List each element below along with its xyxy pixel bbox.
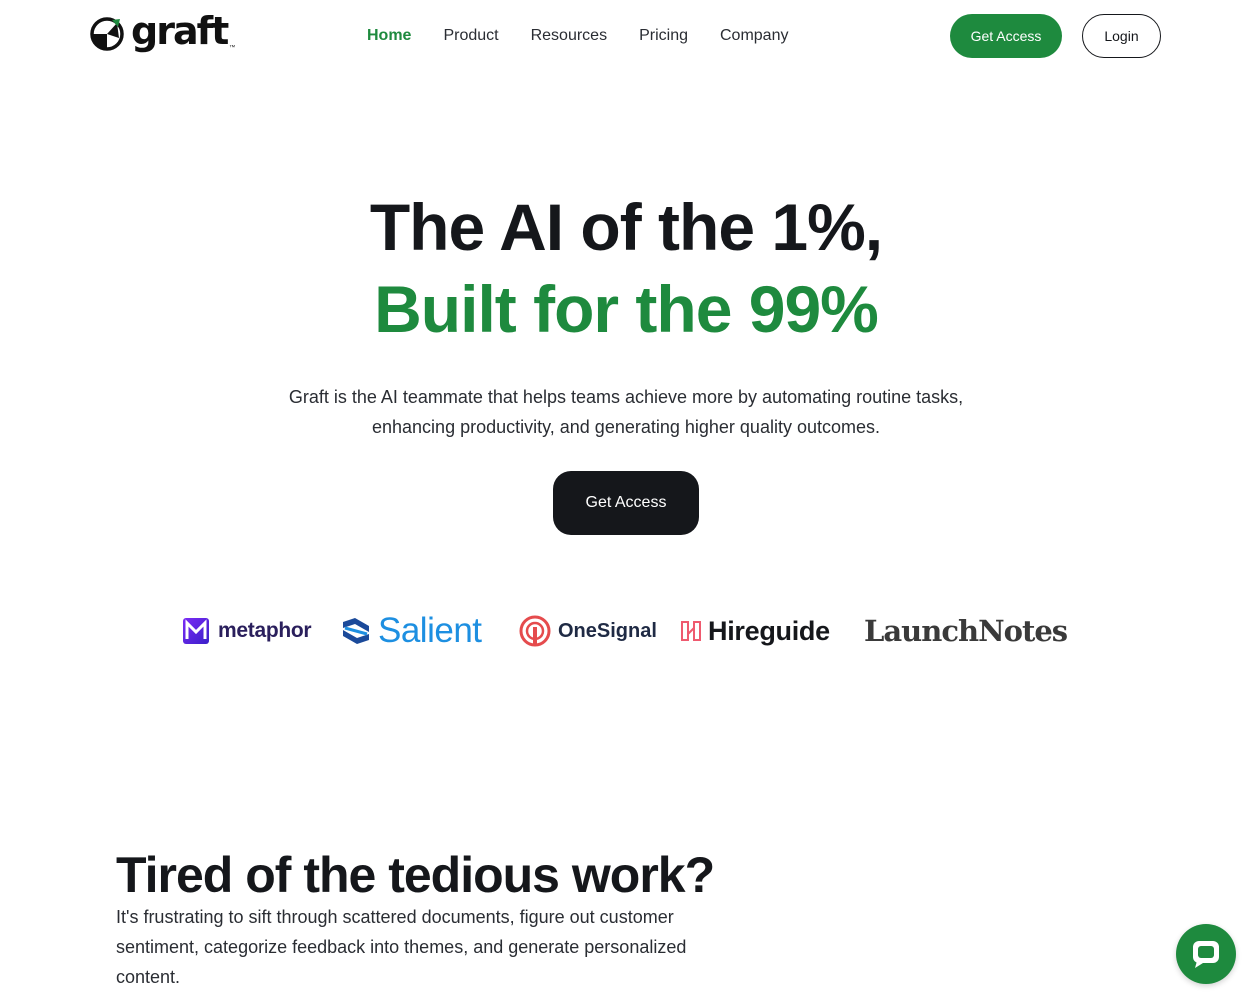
- pain-section-title: Tired of the tedious work?: [116, 847, 715, 903]
- hireguide-wordmark: Hireguide: [708, 615, 830, 646]
- graft-logo[interactable]: graft ™: [89, 9, 236, 54]
- hero-title-line1: The AI of the 1%,: [369, 190, 883, 264]
- onesignal-logo-icon: [519, 615, 551, 647]
- metaphor-wordmark: metaphor: [218, 619, 312, 642]
- site-header: graft ™ Home Product Resources Pricing C…: [0, 0, 1252, 72]
- customer-logos: metaphor Salient OneSignal Hireguide Lau…: [0, 608, 1252, 654]
- hireguide-logo: Hireguide: [680, 608, 830, 654]
- nav-item-pricing[interactable]: Pricing: [639, 24, 688, 48]
- onesignal-wordmark: OneSignal: [558, 619, 657, 642]
- launchnotes-wordmark: LaunchNotes: [864, 614, 1068, 648]
- hero-title: The AI of the 1%, Built for the 99%: [0, 186, 1252, 350]
- hireguide-logo-icon: [681, 621, 701, 641]
- hero-get-access-button[interactable]: Get Access: [553, 471, 699, 535]
- header-get-access-button[interactable]: Get Access: [950, 14, 1062, 58]
- nav-item-resources[interactable]: Resources: [531, 24, 607, 48]
- main-nav: Home Product Resources Pricing Company: [367, 24, 820, 48]
- salient-logo-icon: [343, 618, 369, 644]
- pain-section-body: It's frustrating to sift through scatter…: [116, 907, 687, 987]
- hero-subtitle: Graft is the AI teammate that helps team…: [288, 387, 964, 437]
- nav-item-product[interactable]: Product: [443, 24, 498, 48]
- chat-widget-button[interactable]: [1176, 924, 1236, 984]
- graft-logo-icon: [90, 17, 124, 51]
- salient-wordmark: Salient: [378, 611, 482, 650]
- salient-logo: Salient: [341, 608, 482, 654]
- graft-wordmark: graft: [131, 9, 229, 53]
- nav-item-company[interactable]: Company: [720, 24, 788, 48]
- nav-item-home[interactable]: Home: [367, 24, 411, 48]
- launchnotes-logo: LaunchNotes: [864, 608, 1068, 654]
- onesignal-logo: OneSignal: [519, 608, 657, 654]
- login-button[interactable]: Login: [1082, 14, 1161, 58]
- hero-title-line2: Built for the 99%: [374, 272, 879, 346]
- trademark-symbol: ™: [229, 45, 236, 51]
- metaphor-logo-icon: [183, 618, 209, 644]
- chat-bubble-icon: [1193, 941, 1219, 968]
- metaphor-logo: metaphor: [182, 608, 312, 654]
